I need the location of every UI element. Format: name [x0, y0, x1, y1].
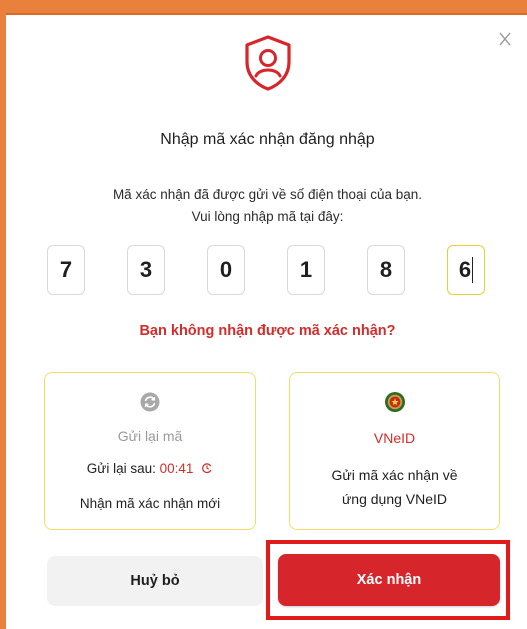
- timer-value: 00:41: [159, 461, 194, 476]
- resend-subtitle: Nhận mã xác nhận mới: [79, 496, 221, 511]
- confirm-button[interactable]: Xác nhận: [278, 554, 500, 606]
- resend-timer: Gửi lại sau: 00:41: [45, 461, 255, 476]
- vneid-card[interactable]: VNeID Gửi mã xác nhận về ứng dụng VNeID: [289, 372, 500, 530]
- vneid-label: VNeID: [373, 430, 416, 446]
- clock-icon: [202, 463, 212, 474]
- not-received-link[interactable]: Bạn không nhận được mã xác nhận?: [0, 323, 527, 339]
- otp-digit-input[interactable]: 3: [127, 245, 165, 295]
- refresh-icon: [45, 391, 255, 413]
- window-top-border: [0, 0, 527, 15]
- description-line-1: Mã xác nhận đã được gửi về số điện thoại…: [112, 187, 423, 202]
- resend-code-label: Gửi lại mã: [117, 428, 183, 444]
- shield-user-icon: [242, 34, 294, 92]
- otp-input-row: 7 3 0 1 8 6: [0, 245, 527, 297]
- otp-digit-input[interactable]: 8: [367, 245, 405, 295]
- otp-digit-input[interactable]: 1: [287, 245, 325, 295]
- otp-login-dialog: [6, 15, 527, 629]
- otp-digit-input[interactable]: 0: [207, 245, 245, 295]
- cancel-button[interactable]: Huỷ bỏ: [47, 556, 263, 606]
- vneid-emblem-icon: [290, 391, 499, 413]
- dialog-description: Mã xác nhận đã được gửi về số điện thoại…: [0, 184, 527, 228]
- timer-label: Gửi lại sau:: [86, 461, 160, 476]
- resend-code-card[interactable]: Gửi lại mã Gửi lại sau: 00:41 Nhận mã xá…: [44, 372, 256, 530]
- otp-digit-input-active[interactable]: 6: [447, 245, 485, 295]
- text-cursor: [472, 257, 474, 283]
- vneid-subtitle: Gửi mã xác nhận về ứng dụng VNeID: [331, 467, 458, 507]
- otp-digit-input[interactable]: 7: [47, 245, 85, 295]
- dialog-title: Nhập mã xác nhận đăng nhập: [160, 131, 375, 148]
- close-icon[interactable]: [495, 29, 515, 49]
- description-line-2: Vui lòng nhập mã tại đây:: [191, 209, 344, 224]
